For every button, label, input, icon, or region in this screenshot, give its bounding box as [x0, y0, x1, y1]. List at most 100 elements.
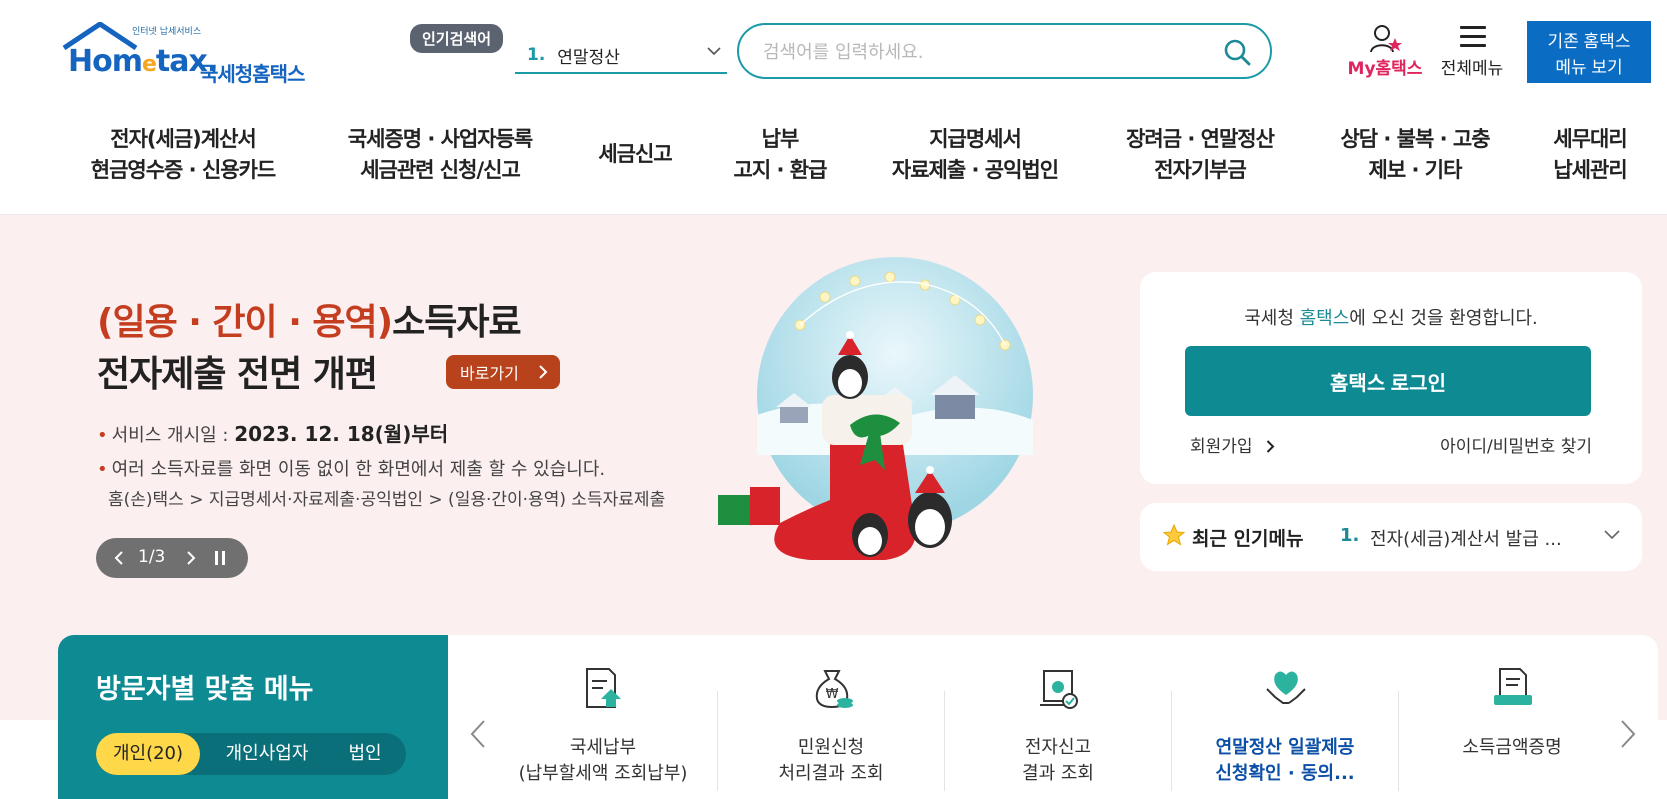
recent-popular-item: 전자(세금)계산서 발급 ...	[1370, 529, 1562, 550]
gnb-label: 장려금 · 연말정산	[1126, 127, 1275, 151]
login-button[interactable]: 홈택스 로그인	[1185, 346, 1591, 416]
chevron-down-icon	[1604, 530, 1620, 540]
tax-payment-icon	[586, 668, 621, 708]
gnb-label: 고지 · 환급	[733, 158, 828, 182]
gnb-label: 전자(세금)계산서	[110, 127, 256, 151]
main-navigation: 전자(세금)계산서현금영수증 · 신용카드 국세증명 · 사업자등록세금관련 신…	[0, 100, 1667, 215]
login-panel: 국세청 홈택스에 오신 것을 환영합니다. 홈택스 로그인 회원가입 아이디/비…	[1140, 272, 1642, 484]
search-input[interactable]	[763, 39, 1203, 65]
gnb-label: 자료제출 · 공익법인	[891, 158, 1059, 182]
document-stack-icon	[1494, 668, 1532, 705]
chevron-left-icon[interactable]	[470, 719, 486, 749]
find-id-password-link[interactable]: 아이디/비밀번호 찾기	[1440, 432, 1592, 457]
chevron-right-icon[interactable]	[1620, 719, 1636, 749]
gnb-label: 세무대리	[1553, 127, 1627, 151]
gnb-item-certificate[interactable]: 국세증명 · 사업자등록세금관련 신청/신고	[340, 124, 540, 186]
gnb-item-tax-filing[interactable]: 세금신고	[590, 139, 680, 170]
welcome-message: 국세청 홈택스에 오신 것을 환영합니다.	[1244, 308, 1538, 329]
pause-icon[interactable]	[214, 550, 226, 566]
gnb-label: 지급명세서	[929, 127, 1022, 151]
visitor-custom-menu: 방문자별 맞춤 메뉴 개인(20) 개인사업자 법인	[58, 635, 448, 799]
user-star-icon	[1370, 25, 1402, 53]
chevron-right-icon	[1266, 440, 1275, 453]
quick-item-label: 전자신고	[1024, 737, 1092, 758]
quick-item-tax-payment[interactable]: 국세납부 (납부할세액 조회납부)	[490, 665, 716, 795]
signup-link[interactable]: 회원가입	[1190, 432, 1275, 457]
popular-search-rank: 1.	[527, 45, 546, 65]
hamburger-icon	[1460, 26, 1486, 48]
money-bag-icon: ₩	[815, 670, 853, 709]
logo-korean-name: 국세청홈택스	[200, 62, 305, 86]
old-menu-line2: 메뉴 보기	[1555, 57, 1623, 77]
quick-item-label: 민원신청	[797, 737, 865, 758]
hero-description: • 여러 소득자료를 화면 이동 없이 한 화면에서 제출 할 수 있습니다.	[97, 459, 606, 480]
hero-title-line1: (일용 · 간이 · 용역)소득자료	[97, 302, 522, 343]
star-icon	[1162, 523, 1186, 546]
hero-go-button[interactable]: 바로가기	[446, 355, 560, 389]
gnb-item-e-invoice[interactable]: 전자(세금)계산서현금영수증 · 신용카드	[88, 124, 278, 186]
old-menu-line1: 기존 홈택스	[1547, 31, 1631, 51]
gnb-label: 현금영수증 · 신용카드	[90, 158, 276, 182]
visitor-tabs: 개인(20) 개인사업자 법인	[96, 733, 406, 775]
gnb-label: 국세증명 · 사업자등록	[347, 127, 533, 151]
hometax-logo[interactable]: 인터넷 납세서비스 Hometax. 국세청홈택스	[60, 22, 320, 86]
heart-hands-icon	[1266, 671, 1306, 704]
chevron-right-icon	[539, 365, 548, 379]
certificate-icon	[1040, 670, 1078, 709]
signup-label: 회원가입	[1190, 437, 1253, 457]
quick-item-sublabel: 결과 조회	[1022, 763, 1094, 784]
christmas-penguin-illustration	[718, 257, 1033, 560]
quick-item-sublabel: (납부할세액 조회납부)	[518, 763, 688, 784]
full-menu-label: 전체메뉴	[1440, 59, 1504, 79]
gnb-label: 전자기부금	[1154, 158, 1247, 182]
hero-service-date: • 서비스 개시일 : 2023. 12. 18(월)부터	[97, 422, 449, 446]
gnb-label: 납세관리	[1553, 158, 1627, 182]
gnb-item-consultation[interactable]: 상담 · 불복 · 고충 제보 · 기타	[1330, 124, 1500, 186]
tab-individual[interactable]: 개인(20)	[96, 733, 200, 775]
logo-wordmark: Hometax.	[68, 44, 218, 79]
gnb-label: 세금관련 신청/신고	[360, 158, 521, 182]
tab-corporation[interactable]: 법인	[332, 733, 398, 775]
quick-item-label: 국세납부	[569, 737, 637, 758]
recent-popular-menu[interactable]: 최근 인기메뉴 1. 전자(세금)계산서 발급 ...	[1140, 503, 1642, 571]
popular-search-tag: 인기검색어	[410, 24, 504, 53]
quick-item-label: 소득금액증명	[1462, 737, 1562, 758]
popular-search-select[interactable]: 1. 연말정산	[515, 38, 727, 74]
hero-menu-path: 홈(손)택스 > 지급명세서·자료제출·공익법인 > (일용·간이·용역) 소득…	[108, 490, 666, 510]
gnb-item-incentive[interactable]: 장려금 · 연말정산전자기부금	[1115, 124, 1285, 186]
logo-tagline: 인터넷 납세서비스	[132, 27, 202, 37]
quick-item-sublabel: 처리결과 조회	[778, 763, 884, 784]
quick-item-sublabel: 신청확인 · 동의...	[1215, 763, 1355, 784]
my-hometax-label: My홈택스	[1347, 59, 1423, 79]
svg-text:₩: ₩	[826, 687, 839, 702]
search-icon[interactable]	[1222, 37, 1252, 67]
full-menu-button[interactable]: 전체메뉴	[1430, 22, 1514, 82]
hero-go-label: 바로가기	[460, 366, 519, 383]
quick-menu-carousel: 국세납부 (납부할세액 조회납부) ₩ 민원신청 처리결과 조회 전자신고 결과…	[448, 635, 1658, 799]
old-hometax-menu-button[interactable]: 기존 홈택스 메뉴 보기	[1527, 21, 1651, 83]
gnb-label: 납부	[761, 127, 800, 151]
gnb-item-payment-statement[interactable]: 지급명세서자료제출 · 공익법인	[880, 124, 1070, 186]
gnb-label: 세금신고	[598, 142, 672, 166]
quick-item-civil-request[interactable]: ₩ 민원신청 처리결과 조회	[718, 665, 944, 795]
hero-title-line2: 전자제출 전면 개편	[97, 354, 378, 395]
search-box	[737, 23, 1272, 79]
gnb-item-payment[interactable]: 납부고지 · 환급	[720, 124, 840, 186]
slider-controls: 1/3	[96, 538, 248, 578]
my-hometax-button[interactable]: My홈택스	[1325, 22, 1445, 82]
chevron-down-icon	[707, 47, 721, 56]
popular-search-term: 연말정산	[557, 47, 620, 68]
recent-popular-title: 최근 인기메뉴	[1192, 528, 1304, 550]
chevron-right-icon[interactable]	[186, 550, 196, 566]
quick-item-year-end-settlement[interactable]: 연말정산 일괄제공 신청확인 · 동의...	[1172, 665, 1398, 795]
quick-item-label: 연말정산 일괄제공	[1215, 737, 1355, 758]
quick-item-income-certificate[interactable]: 소득금액증명	[1399, 665, 1625, 795]
chevron-left-icon[interactable]	[114, 550, 124, 566]
tab-sole-proprietor[interactable]: 개인사업자	[212, 733, 322, 775]
gnb-item-tax-agent[interactable]: 세무대리납세관리	[1545, 124, 1635, 186]
recent-popular-rank: 1.	[1340, 525, 1360, 546]
quick-item-e-filing[interactable]: 전자신고 결과 조회	[945, 665, 1171, 795]
visitor-menu-title: 방문자별 맞춤 메뉴	[96, 674, 314, 705]
header: 인터넷 납세서비스 Hometax. 국세청홈택스 인기검색어 1. 연말정산 …	[0, 0, 1667, 100]
gnb-label: 제보 · 기타	[1368, 158, 1463, 182]
